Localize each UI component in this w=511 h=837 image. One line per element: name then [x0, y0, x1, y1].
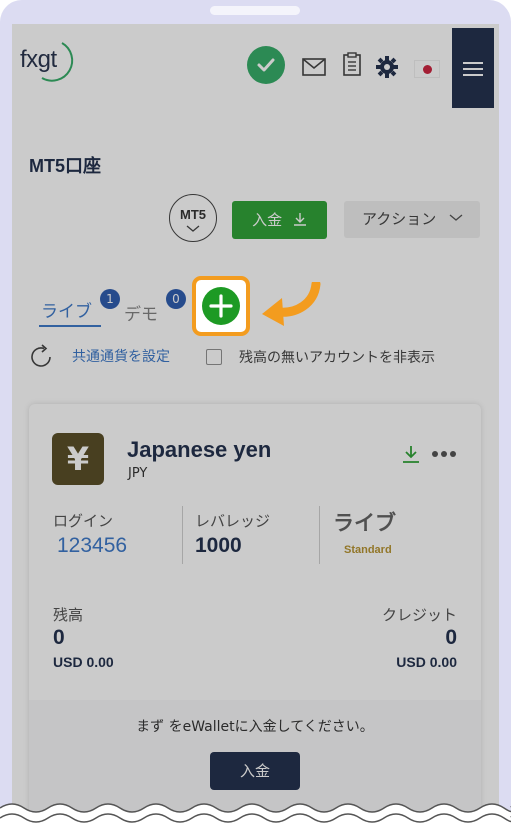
- torn-edge: [0, 803, 511, 837]
- action-dropdown[interactable]: アクション: [344, 201, 480, 238]
- platform-selector-button[interactable]: MT5: [169, 194, 217, 242]
- check-circle-icon[interactable]: [247, 46, 285, 84]
- hide-empty-label: 残高の無いアカウントを非表示: [239, 350, 435, 366]
- yen-icon: ¥: [52, 433, 104, 485]
- platform-label: MT5: [180, 207, 206, 222]
- tab-live-underline: [39, 325, 101, 327]
- app-header: fxgt: [12, 24, 499, 110]
- hamburger-menu-icon[interactable]: [452, 28, 494, 108]
- device-speaker: [210, 6, 300, 15]
- account-tier: Standard: [344, 544, 392, 556]
- fxgt-logo[interactable]: fxgt: [20, 46, 57, 74]
- plus-icon: [209, 294, 233, 318]
- login-label: ログイン: [53, 512, 114, 530]
- action-label: アクション: [362, 210, 437, 228]
- chevron-down-icon: [186, 225, 200, 232]
- deposit-label: 入金: [252, 211, 283, 229]
- divider: [319, 506, 320, 564]
- clipboard-icon[interactable]: [342, 52, 362, 76]
- tab-demo-badge: 0: [166, 289, 186, 309]
- more-options-icon[interactable]: [431, 450, 457, 458]
- leverage-value: 1000: [195, 534, 242, 557]
- divider: [182, 506, 183, 564]
- currency-name: Japanese yen: [127, 437, 272, 462]
- balance-usd: USD 0.00: [53, 654, 114, 670]
- credit-label: クレジット: [381, 606, 457, 624]
- refresh-icon[interactable]: [28, 344, 54, 370]
- ewallet-message: まず をeWalletに入金してください。: [136, 719, 374, 735]
- login-value[interactable]: 123456: [57, 534, 127, 558]
- tab-demo[interactable]: デモ: [124, 300, 158, 325]
- deposit-button[interactable]: 入金: [232, 201, 327, 239]
- balance-value: 0: [53, 626, 65, 649]
- japan-flag-icon[interactable]: [414, 60, 440, 78]
- tab-live[interactable]: ライブ: [41, 297, 92, 322]
- app-screen: fxgt MT5口座 MT5 入金 アクション ライブ 1 デモ 0 共通通貨を…: [12, 24, 499, 824]
- set-common-currency-link[interactable]: 共通通貨を設定: [72, 346, 170, 366]
- hide-empty-checkbox[interactable]: [206, 349, 222, 365]
- gear-icon[interactable]: [376, 56, 398, 78]
- add-account-highlight: [192, 276, 250, 336]
- mail-icon[interactable]: [302, 58, 326, 76]
- currency-code: JPY: [128, 466, 148, 481]
- account-card: ¥ Japanese yen JPY ログイン 123456 レバレッジ 100…: [29, 404, 481, 824]
- chevron-down-icon: [449, 214, 463, 221]
- credit-usd: USD 0.00: [396, 654, 457, 670]
- account-type: ライブ: [333, 512, 396, 535]
- card-deposit-button[interactable]: 入金: [210, 752, 300, 790]
- leverage-label: レバレッジ: [195, 512, 271, 530]
- tab-live-badge: 1: [100, 289, 120, 309]
- credit-value: 0: [445, 626, 457, 649]
- device-frame: fxgt MT5口座 MT5 入金 アクション ライブ 1 デモ 0 共通通貨を…: [0, 0, 511, 837]
- pointer-arrow-icon: [262, 282, 321, 326]
- balance-label: 残高: [53, 606, 84, 624]
- add-account-button[interactable]: [202, 287, 240, 325]
- page-title: MT5口座: [29, 156, 101, 176]
- download-icon[interactable]: [401, 444, 421, 464]
- download-icon: [293, 213, 306, 226]
